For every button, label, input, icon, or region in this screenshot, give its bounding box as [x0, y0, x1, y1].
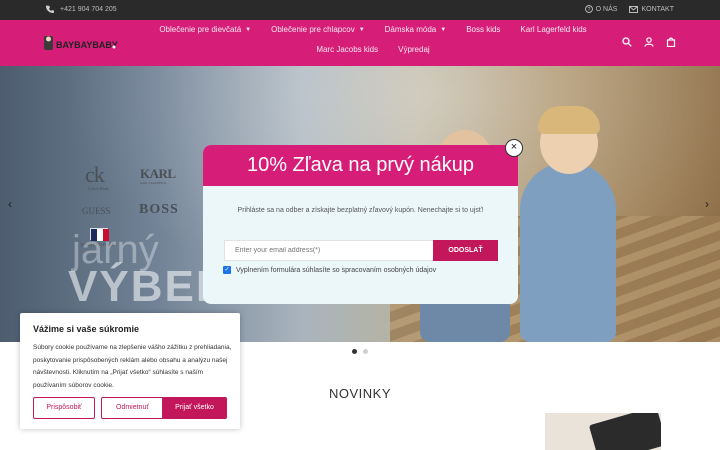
mail-icon	[629, 5, 639, 13]
svg-text:?: ?	[587, 7, 590, 13]
site-logo[interactable]: BAYBAYBABY	[44, 33, 118, 55]
nav-menu: Oblečenie pre dievčatá ▼ Oblečenie pre ch…	[128, 25, 618, 54]
nav-item-label: Karl Lagerfeld kids	[520, 25, 587, 34]
cookie-banner: Vážime si vaše súkromie Súbory cookie po…	[20, 313, 240, 429]
search-icon[interactable]	[622, 37, 632, 47]
consent-checkbox[interactable]: ✓	[223, 266, 231, 274]
boss-logo: BOSS	[139, 202, 179, 217]
customize-button[interactable]: Prispôsobiť	[33, 397, 95, 419]
nav-item-label: Marc Jacobs kids	[316, 45, 379, 54]
nav-item-karl-lagerfeld-kids[interactable]: Karl Lagerfeld kids	[520, 25, 586, 34]
calvin-klein-logo-sub: Calvin Klein	[88, 186, 109, 191]
about-link[interactable]: ? O NÁS	[584, 5, 618, 13]
newsletter-popup: 10% Zľava na prvý nákup × Prihláste sa n…	[203, 139, 523, 304]
nav-item-label: Boss kids	[466, 25, 501, 34]
karl-lagerfeld-logo: KARL	[140, 166, 176, 181]
hero-child-right	[520, 162, 616, 342]
slider-pagination	[352, 349, 368, 354]
cart-icon[interactable]	[666, 37, 676, 47]
cookie-text: Súbory cookie používame na zlepšenie váš…	[33, 344, 232, 389]
product-image	[588, 413, 661, 450]
nav-item-boss-kids[interactable]: Boss kids	[466, 25, 500, 34]
contact-label: KONTAKT	[641, 5, 674, 13]
section-title: NOVINKY	[328, 386, 391, 401]
chevron-down-icon: ▼	[245, 26, 252, 33]
slider-dot[interactable]	[352, 349, 357, 354]
about-label: O NÁS	[595, 5, 618, 13]
nav-item-label: Výpredaj	[398, 45, 430, 54]
accept-all-button[interactable]: Prijať všetko	[162, 397, 227, 419]
nav-item-label: Oblečenie pre dievčatá	[159, 25, 242, 34]
chevron-down-icon: ▼	[358, 26, 365, 33]
close-icon[interactable]: ×	[505, 139, 523, 157]
nav-item-label: Oblečenie pre chlapcov	[271, 25, 355, 34]
slider-prev-button[interactable]: ‹	[8, 197, 12, 211]
nav-item-marc-jacobs-kids[interactable]: Marc Jacobs kids	[316, 45, 378, 54]
popup-title: 10% Zľava na prvý nákup	[203, 145, 518, 186]
product-thumbnail[interactable]	[545, 413, 661, 450]
nav-item-label: Dámska móda	[384, 25, 437, 34]
hero-child-hair	[538, 106, 600, 134]
phone-icon	[46, 5, 54, 13]
calvin-klein-logo: ck	[85, 162, 105, 187]
slider-next-button[interactable]: ›	[705, 197, 709, 211]
user-icon[interactable]	[644, 37, 654, 47]
question-icon: ?	[584, 5, 593, 13]
slider-dot[interactable]	[363, 349, 368, 354]
main-navigation: BAYBAYBABY Oblečenie pre dievčatá ▼ Obleč…	[0, 20, 720, 66]
nav-item-women[interactable]: Dámska móda ▼	[385, 25, 447, 34]
nav-item-boys[interactable]: Oblečenie pre chlapcov ▼	[271, 25, 365, 34]
phone-contact[interactable]: +421 904 704 205	[46, 5, 117, 13]
karl-lagerfeld-logo-sub: KARL LAGERFELD	[140, 181, 167, 185]
top-bar: +421 904 704 205 ? O NÁS KONTAKT	[0, 0, 720, 20]
cookie-title: Vážime si vaše súkromie	[33, 324, 140, 334]
consent-label: Vyplnením formulára súhlasíte so spracov…	[236, 266, 437, 274]
logo-text: BAYBAYBABY	[56, 40, 118, 50]
phone-number: +421 904 704 205	[60, 5, 117, 13]
contact-link[interactable]: KONTAKT	[629, 5, 674, 13]
nav-item-sale[interactable]: Výpredaj	[398, 45, 430, 54]
nav-item-girls[interactable]: Oblečenie pre dievčatá ▼	[159, 25, 251, 34]
chevron-down-icon: ▼	[440, 26, 447, 33]
guess-logo: GUESS	[82, 206, 111, 216]
submit-button[interactable]: ODOSLAŤ	[433, 240, 498, 261]
popup-description: Prihláste sa na odber a získajte bezplat…	[237, 207, 484, 214]
consent-row: ✓ Vyplnením formulára súhlasíte so sprac…	[223, 266, 436, 274]
reject-button[interactable]: Odmietnuť	[101, 397, 164, 419]
email-field[interactable]	[224, 240, 434, 261]
